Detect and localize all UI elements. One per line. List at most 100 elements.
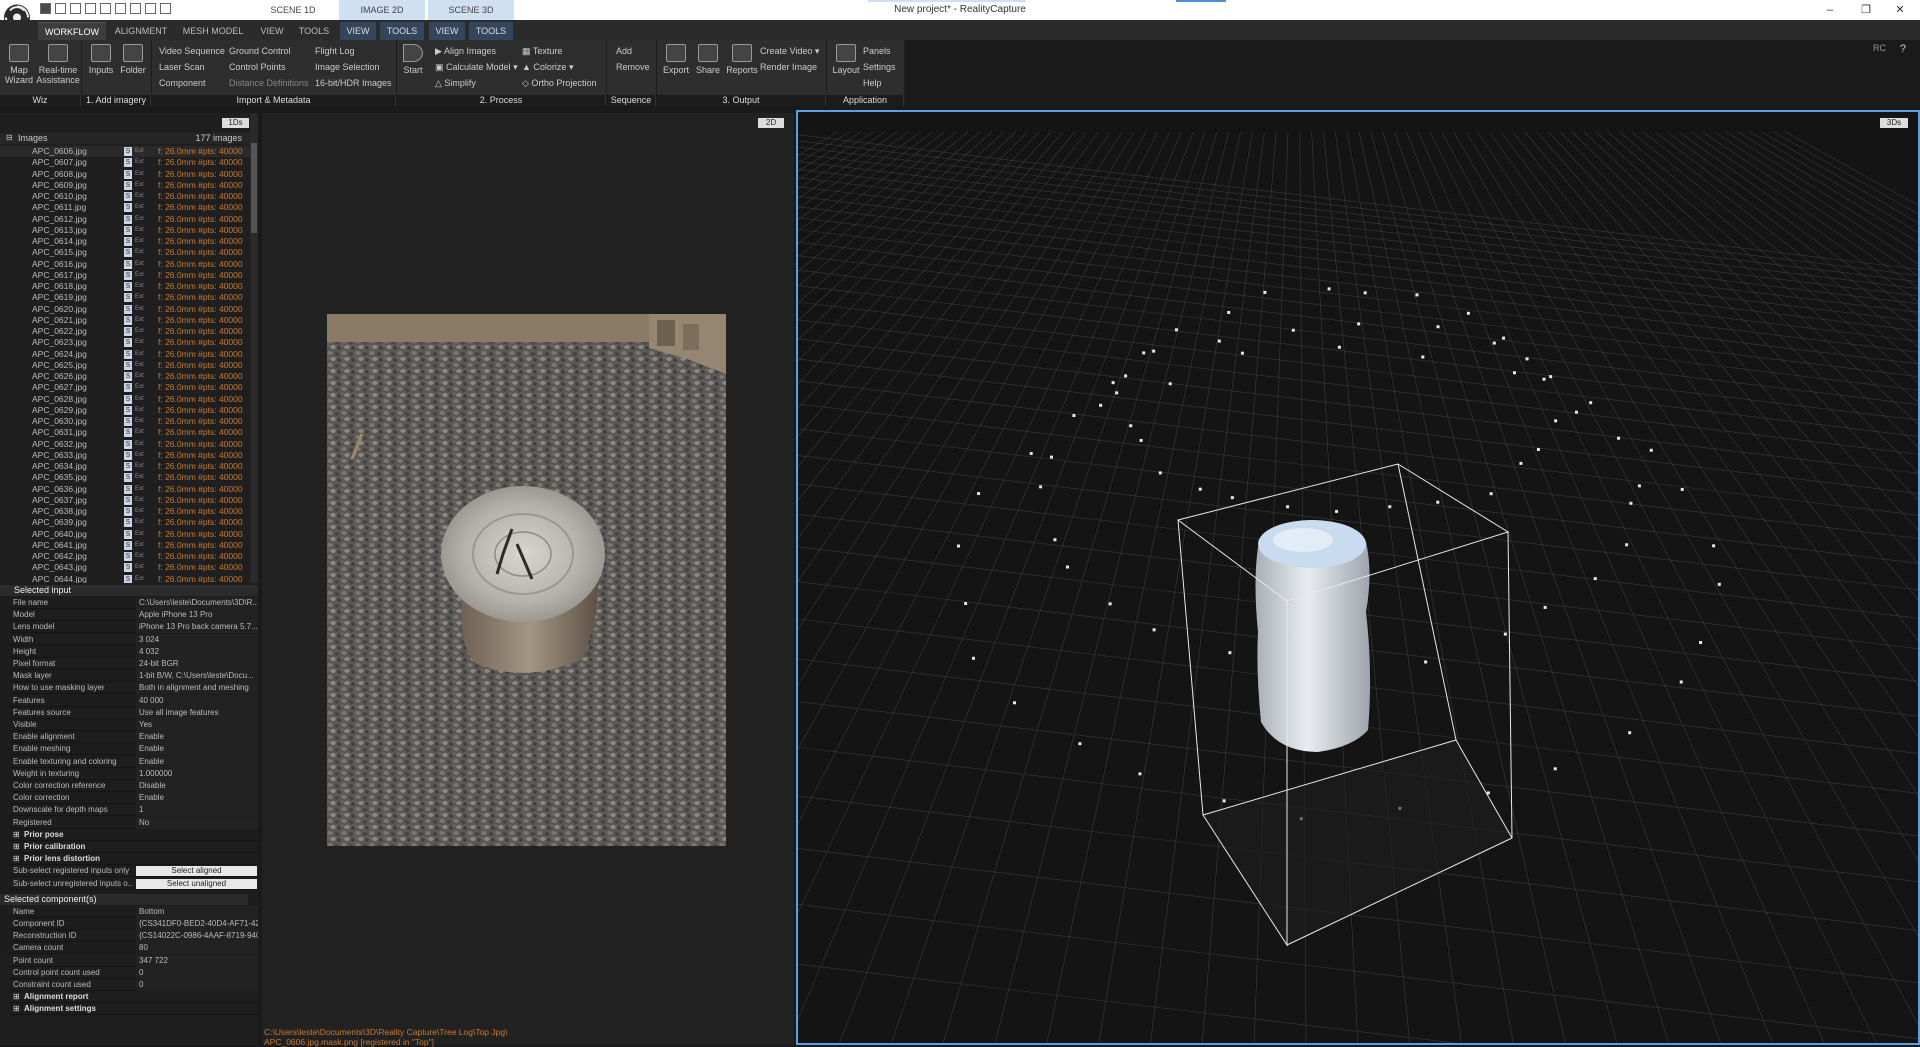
image-list-item[interactable]: APC_0633.jpg S Ext f: 26.0mm #pts: 40000	[0, 450, 250, 461]
camera-marker[interactable]	[1357, 322, 1361, 326]
camera-marker[interactable]	[1138, 772, 1142, 776]
property-section[interactable]: ⊞ Prior pose	[10, 829, 258, 841]
property-row[interactable]: Downscale for depth maps 1	[10, 804, 258, 817]
image-list-item[interactable]: APC_0609.jpg S Ext f: 26.0mm #pts: 40000	[0, 180, 250, 191]
image-list-item[interactable]: APC_0611.jpg S Ext f: 26.0mm #pts: 40000	[0, 202, 250, 213]
camera-marker[interactable]	[1512, 371, 1516, 375]
image-list-item[interactable]: APC_0639.jpg S Ext f: 26.0mm #pts: 40000	[0, 517, 250, 528]
image-list-item[interactable]: APC_0615.jpg S Ext f: 26.0mm #pts: 40000	[0, 247, 250, 258]
image-list-item[interactable]: APC_0617.jpg S Ext f: 26.0mm #pts: 40000	[0, 270, 250, 281]
camera-marker[interactable]	[1111, 381, 1115, 385]
camera-marker[interactable]	[1421, 355, 1425, 359]
image-list-item[interactable]: APC_0630.jpg S Ext f: 26.0mm #pts: 40000	[0, 416, 250, 427]
property-section[interactable]: ⊞ Alignment report	[10, 991, 258, 1004]
property-row[interactable]: Mask layer 1-bit B/W, C:\Users\leste\Docu…	[10, 670, 258, 683]
property-row[interactable]: Features source Use all image features	[10, 706, 258, 719]
expand-icon[interactable]: ⊞	[13, 829, 20, 841]
image-list-item[interactable]: APC_0641.jpg S Ext f: 26.0mm #pts: 40000	[0, 540, 250, 551]
component-property-row[interactable]: Name Bottom	[10, 905, 258, 918]
component-property-row[interactable]: Constraint count used 0	[10, 979, 258, 991]
scene-3d-viewport[interactable]	[796, 110, 1920, 1045]
image-list-item[interactable]: APC_0622.jpg S Ext f: 26.0mm #pts: 40000	[0, 326, 250, 337]
distance-definitions-button[interactable]: Distance Definitions	[229, 78, 309, 88]
property-row[interactable]: File name C:\Users\leste\Documents\3D\R..…	[10, 597, 258, 609]
video-sequence-button[interactable]: Video Sequence	[159, 46, 225, 56]
property-row[interactable]: Enable meshing Enable	[10, 743, 258, 756]
image-list-item[interactable]: APC_0644.jpg S Ext f: 26.0mm #pts: 40000	[0, 574, 250, 583]
create-video-button[interactable]: Create Video ▾	[760, 46, 819, 57]
camera-marker[interactable]	[1230, 496, 1234, 500]
calculate-model-button[interactable]: ▣ Calculate Model ▾	[435, 62, 518, 73]
camera-marker[interactable]	[1549, 375, 1553, 379]
camera-marker[interactable]	[1436, 325, 1440, 329]
image-list-item[interactable]: APC_0616.jpg S Ext f: 26.0mm #pts: 40000	[0, 259, 250, 270]
image-list-item[interactable]: APC_0625.jpg S Ext f: 26.0mm #pts: 40000	[0, 360, 250, 371]
camera-marker[interactable]	[1115, 391, 1119, 395]
image-list-item[interactable]: APC_0627.jpg S Ext f: 26.0mm #pts: 40000	[0, 382, 250, 393]
view-3ds-button[interactable]: 3Ds	[1880, 118, 1908, 128]
flight-log-button[interactable]: Flight Log	[315, 46, 355, 56]
camera-marker[interactable]	[1263, 290, 1267, 294]
camera-marker[interactable]	[1363, 291, 1367, 295]
camera-marker[interactable]	[1152, 628, 1156, 632]
property-row[interactable]: Enable texturing and coloring Enable	[10, 755, 258, 768]
align-images-button[interactable]: ▶ Align Images	[435, 46, 496, 57]
property-value[interactable]: 0	[136, 979, 258, 991]
camera-marker[interactable]	[1466, 311, 1470, 315]
sequence-remove-button[interactable]: Remove	[616, 62, 650, 72]
camera-marker[interactable]	[1050, 455, 1054, 459]
camera-marker[interactable]	[1502, 336, 1506, 340]
camera-marker[interactable]	[1053, 538, 1057, 542]
image-list-item[interactable]: APC_0606.jpg S Ext f: 26.0mm #pts: 40000	[0, 146, 250, 158]
property-value[interactable]: Bottom	[136, 905, 258, 918]
share-button[interactable]: Share	[693, 44, 723, 75]
image-list-item[interactable]: APC_0608.jpg S Ext f: 26.0mm #pts: 40000	[0, 169, 250, 180]
tab-view[interactable]: VIEW	[254, 22, 290, 40]
property-row[interactable]: Lens model iPhone 13 Pro back camera 5.7.…	[10, 621, 258, 634]
property-row[interactable]: Visible Yes	[10, 719, 258, 731]
property-row[interactable]: Features 40 000	[10, 694, 258, 707]
camera-marker[interactable]	[1489, 492, 1493, 496]
close-icon[interactable]: ✕	[1880, 0, 1920, 20]
property-value[interactable]: Yes	[136, 719, 258, 731]
sequence-add-button[interactable]: Add	[616, 46, 632, 56]
property-row[interactable]: Color correction reference Disable	[10, 780, 258, 792]
image-list-item[interactable]: APC_0626.jpg S Ext f: 26.0mm #pts: 40000	[0, 371, 250, 382]
camera-marker[interactable]	[1699, 640, 1703, 644]
property-value[interactable]: Apple iPhone 13 Pro	[136, 609, 258, 622]
map-wizard-button[interactable]: Map Wizard	[2, 44, 36, 85]
inputs-button[interactable]: Inputs	[86, 44, 116, 75]
camera-marker[interactable]	[1078, 742, 1082, 746]
property-section[interactable]: ⊞ Prior calibration	[10, 841, 258, 853]
simplify-button[interactable]: △ Simplify	[435, 78, 476, 89]
reports-button[interactable]: Reports	[725, 44, 759, 75]
camera-marker[interactable]	[1152, 349, 1156, 353]
image-list-item[interactable]: APC_0642.jpg S Ext f: 26.0mm #pts: 40000	[0, 551, 250, 562]
expand-icon[interactable]: ⊞	[13, 841, 20, 853]
camera-marker[interactable]	[956, 544, 960, 548]
camera-marker[interactable]	[1492, 341, 1496, 345]
camera-marker[interactable]	[1436, 500, 1440, 504]
camera-marker[interactable]	[1099, 403, 1103, 407]
camera-marker[interactable]	[964, 602, 968, 606]
tab-workflow[interactable]: WORKFLOW	[38, 22, 106, 40]
property-value[interactable]: Both in alignment and meshing	[136, 682, 258, 695]
camera-marker[interactable]	[1217, 339, 1221, 343]
tab-alignment[interactable]: ALIGNMENT	[110, 22, 172, 40]
laser-scan-button[interactable]: Laser Scan	[159, 62, 205, 72]
camera-marker[interactable]	[1680, 487, 1684, 491]
component-property-row[interactable]: Point count 347 722	[10, 954, 258, 967]
images-header[interactable]: ⊟ Images 177 images	[0, 133, 250, 144]
image-list-item[interactable]: APC_0623.jpg S Ext f: 26.0mm #pts: 40000	[0, 337, 250, 348]
camera-marker[interactable]	[1542, 377, 1546, 381]
property-value[interactable]: C:\Users\leste\Documents\3D\R...	[136, 597, 258, 609]
camera-marker[interactable]	[1013, 701, 1017, 705]
camera-marker[interactable]	[1589, 401, 1593, 405]
tab-2d-tools[interactable]: TOOLS	[380, 22, 424, 40]
image-list-item[interactable]: APC_0634.jpg S Ext f: 26.0mm #pts: 40000	[0, 461, 250, 472]
realtime-assistance-button[interactable]: Real-time Assistance	[36, 44, 80, 85]
camera-marker[interactable]	[1388, 505, 1392, 509]
image-list-item[interactable]: APC_0607.jpg S Ext f: 26.0mm #pts: 40000	[0, 157, 250, 168]
camera-marker[interactable]	[1065, 565, 1069, 569]
subselect-button[interactable]: Select unaligned	[136, 878, 257, 889]
